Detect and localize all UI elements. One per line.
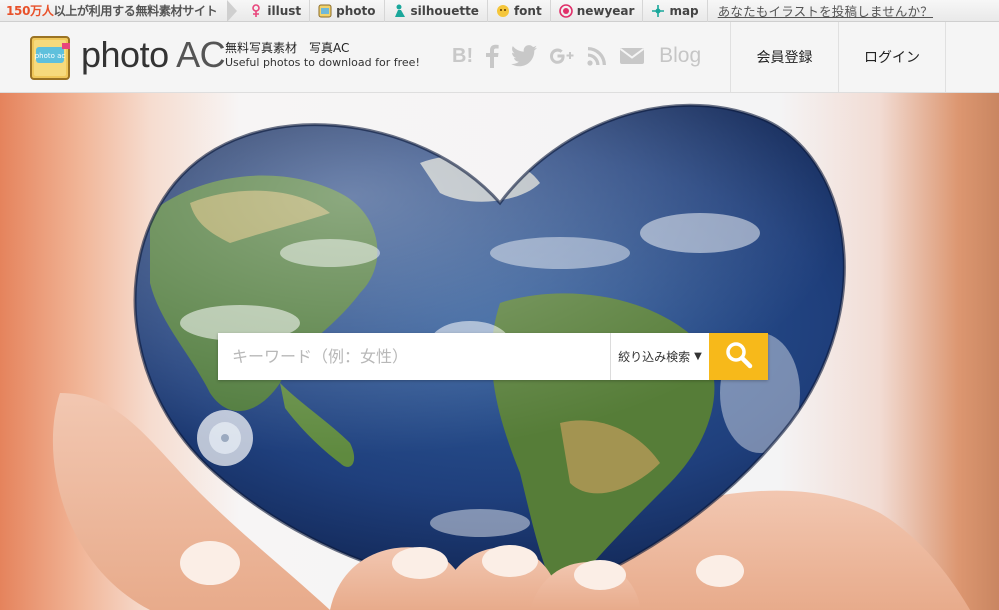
site-subtitle-en: Useful photos to download for free!	[225, 56, 420, 69]
header-nav: 会員登録 ログイン	[730, 22, 946, 92]
site-subtitle-jp: 無料写真素材 写真AC	[225, 41, 350, 55]
post-illust-link[interactable]: あなたもイラストを投稿しませんか？	[718, 1, 933, 20]
hatena-bookmark-icon[interactable]: B!	[452, 45, 473, 68]
register-button[interactable]: 会員登録	[730, 22, 838, 92]
filter-search-dropdown[interactable]: 絞り込み検索 ▼	[610, 333, 709, 380]
social-links: B! Blog	[452, 42, 701, 70]
search-icon	[725, 341, 753, 373]
service-link-silhouette[interactable]: silhouette	[383, 0, 487, 22]
search-bar: 絞り込み検索▼	[218, 333, 768, 380]
search-button[interactable]	[709, 333, 768, 380]
map-icon	[651, 4, 665, 18]
photo-icon	[318, 4, 332, 18]
silhouette-icon	[393, 4, 407, 18]
service-tagline: 150万人以上が利用する無料素材サイト	[6, 4, 218, 18]
service-link-newyear[interactable]: newyear	[549, 0, 643, 22]
photo-ac-logo-icon: photo ac	[28, 33, 72, 81]
newyear-icon	[558, 3, 573, 18]
rss-icon[interactable]	[587, 46, 607, 66]
logo-text: photo AC	[81, 34, 226, 75]
font-icon	[496, 4, 510, 18]
service-link-map[interactable]: map	[642, 0, 708, 22]
service-bar: 150万人以上が利用する無料素材サイト illust photo silhoue…	[0, 0, 999, 22]
caret-down-icon: ▼	[694, 351, 702, 362]
site-header: photo ac photo AC 無料写真素材 写真AC Useful pho…	[0, 22, 999, 93]
mail-icon[interactable]	[619, 46, 645, 66]
illust-icon	[249, 3, 263, 18]
search-input[interactable]	[218, 333, 610, 380]
google-plus-icon[interactable]	[549, 45, 575, 67]
service-link-illust[interactable]: illust	[241, 0, 309, 22]
tagline-arrow	[227, 0, 238, 22]
twitter-icon[interactable]	[511, 45, 538, 67]
service-link-font[interactable]: font	[486, 0, 550, 22]
logo-badge-text: photo ac	[35, 52, 66, 60]
blog-link[interactable]: Blog	[659, 44, 701, 68]
facebook-icon[interactable]	[485, 44, 499, 68]
service-link-photo[interactable]: photo	[309, 0, 383, 22]
login-button[interactable]: ログイン	[838, 22, 946, 92]
